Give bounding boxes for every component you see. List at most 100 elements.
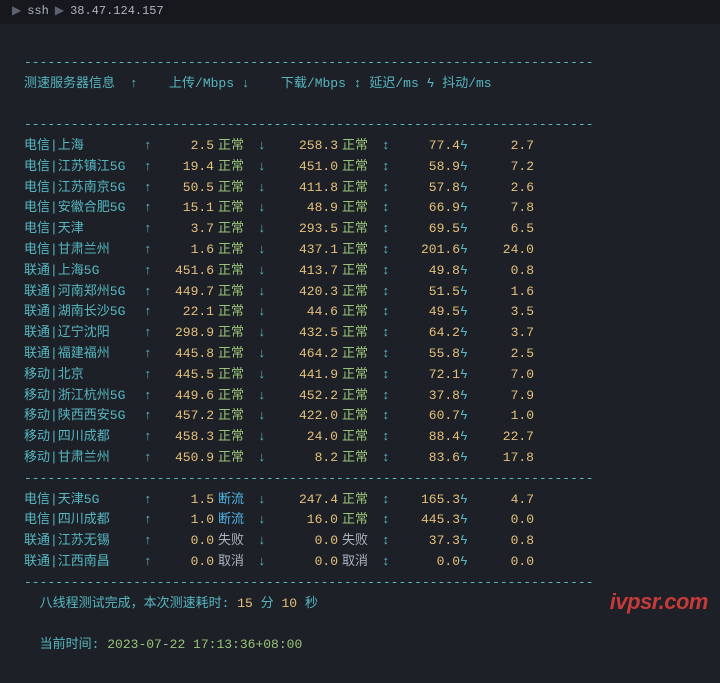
- download-status: 正常: [338, 448, 382, 469]
- server-name: 联通|江苏无锡: [24, 531, 144, 552]
- jitter-value: 22.7: [478, 427, 534, 448]
- download-status: 正常: [338, 240, 382, 261]
- download-status: 正常: [338, 510, 382, 531]
- down-arrow-icon: ↓: [258, 386, 276, 407]
- jitter-value: 0.8: [478, 261, 534, 282]
- up-arrow-icon: ↑: [144, 323, 162, 344]
- upload-status: 正常: [214, 365, 258, 386]
- jitter-value: 3.7: [478, 323, 534, 344]
- spark-icon: ϟ: [460, 136, 478, 157]
- spark-icon: ϟ: [460, 386, 478, 407]
- latency-value: 445.3: [400, 510, 460, 531]
- up-arrow-icon: ↑: [130, 76, 138, 91]
- download-value: 422.0: [276, 406, 338, 427]
- download-value: 44.6: [276, 302, 338, 323]
- upload-status: 取消: [214, 552, 258, 573]
- upload-status: 正常: [214, 406, 258, 427]
- latency-value: 58.9: [400, 157, 460, 178]
- up-arrow-icon: ↑: [144, 344, 162, 365]
- table-row: 电信|江苏镇江5G↑19.4正常↓451.0正常↕58.9ϟ7.2: [24, 157, 714, 178]
- updown-arrow-icon: ↕: [382, 490, 400, 511]
- jitter-value: 0.0: [478, 510, 534, 531]
- updown-arrow-icon: ↕: [382, 448, 400, 469]
- breadcrumb-ssh[interactable]: ssh: [27, 2, 49, 21]
- download-value: 437.1: [276, 240, 338, 261]
- upload-value: 450.9: [162, 448, 214, 469]
- upload-status: 正常: [214, 448, 258, 469]
- download-status: 正常: [338, 282, 382, 303]
- watermark: ivpsr.com: [610, 584, 708, 619]
- jitter-value: 7.2: [478, 157, 534, 178]
- latency-value: 69.5: [400, 219, 460, 240]
- up-arrow-icon: ↑: [144, 531, 162, 552]
- up-arrow-icon: ↑: [144, 136, 162, 157]
- latency-value: 0.0: [400, 552, 460, 573]
- upload-value: 449.6: [162, 386, 214, 407]
- spark-icon: ϟ: [460, 406, 478, 427]
- server-name: 电信|天津5G: [24, 490, 144, 511]
- spark-icon: ϟ: [460, 490, 478, 511]
- up-arrow-icon: ↑: [144, 282, 162, 303]
- download-status: 正常: [338, 157, 382, 178]
- down-arrow-icon: ↓: [258, 552, 276, 573]
- updown-arrow-icon: ↕: [382, 510, 400, 531]
- down-arrow-icon: ↓: [258, 219, 276, 240]
- down-arrow-icon: ↓: [258, 323, 276, 344]
- upload-status: 正常: [214, 198, 258, 219]
- hdr-latency: 延迟/ms: [369, 76, 418, 91]
- server-name: 移动|浙江杭州5G: [24, 386, 144, 407]
- divider: ----------------------------------------…: [24, 117, 594, 132]
- up-arrow-icon: ↑: [144, 386, 162, 407]
- down-arrow-icon: ↓: [258, 157, 276, 178]
- divider: ----------------------------------------…: [24, 55, 594, 70]
- hdr-download: 下载/Mbps: [281, 76, 346, 91]
- server-name: 移动|北京: [24, 365, 144, 386]
- download-status: 正常: [338, 386, 382, 407]
- jitter-value: 2.5: [478, 344, 534, 365]
- table-row: 移动|四川成都↑458.3正常↓24.0正常↕88.4ϟ22.7: [24, 427, 714, 448]
- download-status: 正常: [338, 323, 382, 344]
- upload-value: 451.6: [162, 261, 214, 282]
- latency-value: 165.3: [400, 490, 460, 511]
- upload-value: 0.0: [162, 552, 214, 573]
- download-value: 0.0: [276, 552, 338, 573]
- download-status: 正常: [338, 427, 382, 448]
- summary-min: 15: [237, 596, 253, 611]
- updown-arrow-icon: ↕: [382, 157, 400, 178]
- server-name: 电信|江苏南京5G: [24, 178, 144, 199]
- latency-value: 64.2: [400, 323, 460, 344]
- upload-status: 正常: [214, 178, 258, 199]
- server-name: 移动|陕西西安5G: [24, 406, 144, 427]
- table-row: 联通|辽宁沈阳↑298.9正常↓432.5正常↕64.2ϟ3.7: [24, 323, 714, 344]
- summary-sec-unit: 秒: [305, 596, 318, 611]
- updown-arrow-icon: ↕: [382, 427, 400, 448]
- down-arrow-icon: ↓: [258, 490, 276, 511]
- download-status: 正常: [338, 219, 382, 240]
- upload-value: 22.1: [162, 302, 214, 323]
- download-status: 正常: [338, 302, 382, 323]
- server-name: 联通|上海5G: [24, 261, 144, 282]
- upload-status: 正常: [214, 302, 258, 323]
- spark-icon: ϟ: [427, 76, 435, 91]
- server-name: 电信|江苏镇江5G: [24, 157, 144, 178]
- download-value: 293.5: [276, 219, 338, 240]
- up-arrow-icon: ↑: [144, 302, 162, 323]
- upload-value: 1.6: [162, 240, 214, 261]
- upload-status: 正常: [214, 386, 258, 407]
- jitter-value: 7.9: [478, 386, 534, 407]
- server-name: 电信|上海: [24, 136, 144, 157]
- server-name: 联通|江西南昌: [24, 552, 144, 573]
- updown-arrow-icon: ↕: [382, 386, 400, 407]
- down-arrow-icon: ↓: [258, 198, 276, 219]
- download-value: 420.3: [276, 282, 338, 303]
- download-status: 正常: [338, 178, 382, 199]
- time-label: 当前时间:: [40, 637, 100, 652]
- table-row: 电信|安徽合肥5G↑15.1正常↓48.9正常↕66.9ϟ7.8: [24, 198, 714, 219]
- jitter-value: 2.7: [478, 136, 534, 157]
- download-value: 24.0: [276, 427, 338, 448]
- updown-arrow-icon: ↕: [382, 198, 400, 219]
- breadcrumb-host[interactable]: 38.47.124.157: [70, 2, 164, 21]
- down-arrow-icon: ↓: [258, 261, 276, 282]
- upload-status: 断流: [214, 510, 258, 531]
- updown-arrow-icon: ↕: [382, 219, 400, 240]
